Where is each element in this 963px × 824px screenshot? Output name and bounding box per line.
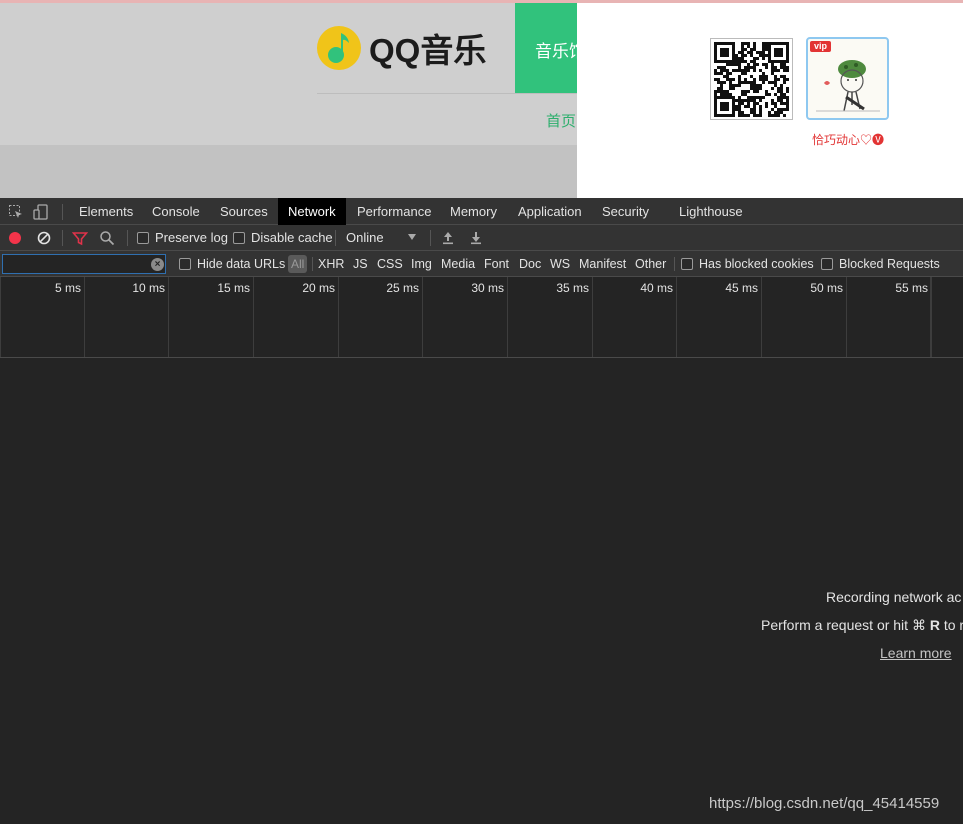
timeline-grid-line — [592, 277, 593, 357]
timeline-grid-line — [931, 277, 932, 357]
has-blocked-cookies-label[interactable]: Has blocked cookies — [699, 251, 814, 277]
chevron-down-icon — [408, 234, 416, 240]
network-overview-timeline[interactable]: 5 ms 10 ms 15 ms 20 ms 25 ms 30 ms 35 ms 40 ms 4… — [0, 277, 963, 358]
timeline-tick-label: 20 ms — [302, 281, 335, 295]
timeline-tick-label: 45 ms — [725, 281, 758, 295]
timeline-tick-label: 35 ms — [556, 281, 589, 295]
timeline-grid-line — [761, 277, 762, 357]
toolbar-separator — [430, 230, 431, 246]
login-popup: vip 恰巧动心♡🅥 — [577, 3, 963, 198]
timeline-tick-label: 55 ms — [895, 281, 928, 295]
tab-separator — [62, 204, 63, 220]
watermark-url: https://blog.csdn.net/qq_45414559 — [709, 795, 940, 812]
type-filter-media[interactable]: Media — [441, 251, 475, 277]
devtools-tab-bar: Elements Console Sources Network Performance… — [0, 198, 963, 225]
network-filter-bar: × Hide data URLs All XHR JS CSS Img Media Fon… — [0, 251, 963, 277]
hide-data-urls-checkbox[interactable] — [179, 258, 191, 270]
reload-hint: Perform a request or hit ⌘ R to r — [761, 617, 963, 634]
inspect-element-icon[interactable] — [8, 204, 24, 220]
timeline-grid-line — [930, 277, 931, 357]
hide-data-urls-label[interactable]: Hide data URLs — [197, 251, 285, 277]
throttling-select[interactable]: Online — [346, 225, 384, 251]
toolbar-separator — [127, 230, 128, 246]
timeline-tick-label: 15 ms — [217, 281, 250, 295]
toolbar-separator — [335, 230, 336, 246]
record-icon[interactable] — [9, 232, 21, 244]
tab-console[interactable]: Console — [142, 198, 210, 225]
type-filter-font[interactable]: Font — [484, 251, 509, 277]
type-filter-js[interactable]: JS — [353, 251, 368, 277]
clear-icon[interactable] — [36, 230, 52, 246]
filter-icon[interactable] — [72, 230, 88, 246]
home-link[interactable]: 首页 — [546, 110, 576, 131]
tab-network[interactable]: Network — [278, 198, 346, 225]
tab-lighthouse[interactable]: Lighthouse — [669, 198, 753, 225]
vip-badge: vip — [810, 41, 832, 52]
timeline-grid-line — [507, 277, 508, 357]
user-avatar[interactable]: vip — [806, 37, 889, 120]
type-filter-other[interactable]: Other — [635, 251, 666, 277]
page-viewport: QQ音乐 音乐馆 首页 vip 恰巧动心♡🅥 — [0, 0, 963, 198]
timeline-grid-line — [168, 277, 169, 357]
reload-hint-prefix: Perform a request or hit ⌘ — [761, 617, 930, 633]
type-filter-xhr[interactable]: XHR — [318, 251, 344, 277]
clear-filter-icon[interactable]: × — [151, 258, 164, 271]
tab-security[interactable]: Security — [592, 198, 659, 225]
import-har-icon[interactable] — [440, 230, 456, 246]
logo-text: QQ音乐 — [369, 32, 487, 69]
tab-performance[interactable]: Performance — [347, 198, 441, 225]
qr-code — [710, 38, 793, 120]
type-filter-img[interactable]: Img — [411, 251, 432, 277]
timeline-grid-line — [253, 277, 254, 357]
filter-input[interactable] — [2, 254, 166, 274]
blocked-requests-checkbox[interactable] — [821, 258, 833, 270]
header-divider — [317, 93, 577, 94]
type-filter-manifest[interactable]: Manifest — [579, 251, 626, 277]
network-toolbar: Preserve log Disable cache Online — [0, 225, 963, 251]
learn-more-link[interactable]: Learn more — [880, 645, 952, 661]
type-filter-css[interactable]: CSS — [377, 251, 403, 277]
tab-elements[interactable]: Elements — [69, 198, 143, 225]
type-filter-all[interactable]: All — [288, 255, 308, 273]
recording-message: Recording network ac — [826, 589, 962, 605]
filter-separator — [674, 257, 675, 271]
timeline-tick-label: 30 ms — [471, 281, 504, 295]
timeline-tick-label: 40 ms — [640, 281, 673, 295]
timeline-grid-line — [338, 277, 339, 357]
timeline-grid-line — [422, 277, 423, 357]
tab-sources[interactable]: Sources — [210, 198, 278, 225]
timeline-grid-line — [846, 277, 847, 357]
filter-separator — [312, 257, 313, 271]
reload-hint-suffix: to r — [939, 617, 963, 633]
type-filter-doc[interactable]: Doc — [519, 251, 541, 277]
qq-music-logo[interactable]: QQ音乐 — [317, 25, 486, 71]
disable-cache-label[interactable]: Disable cache — [251, 225, 333, 251]
blocked-requests-label[interactable]: Blocked Requests — [839, 251, 940, 277]
preserve-log-label[interactable]: Preserve log — [155, 225, 228, 251]
timeline-tick-label: 5 ms — [54, 281, 81, 295]
timeline-tick-label: 25 ms — [386, 281, 419, 295]
timeline-tick-label: 10 ms — [132, 281, 165, 295]
reload-hint-key: R — [929, 617, 940, 633]
devtools-panel: Elements Console Sources Network Performance… — [0, 198, 963, 824]
qq-music-logo-icon — [317, 26, 361, 70]
preserve-log-checkbox[interactable] — [137, 232, 149, 244]
export-har-icon[interactable] — [468, 230, 484, 246]
timeline-grid-line — [676, 277, 677, 357]
timeline-grid-line — [84, 277, 85, 357]
user-nickname[interactable]: 恰巧动心♡🅥 — [812, 131, 884, 148]
device-toolbar-icon[interactable] — [33, 204, 49, 220]
timeline-tick-label: 50 ms — [810, 281, 843, 295]
timeline-grid-line — [0, 277, 1, 357]
type-filter-ws[interactable]: WS — [550, 251, 570, 277]
tab-memory[interactable]: Memory — [440, 198, 507, 225]
tab-application[interactable]: Application — [508, 198, 592, 225]
disable-cache-checkbox[interactable] — [233, 232, 245, 244]
toolbar-separator — [62, 230, 63, 246]
has-blocked-cookies-checkbox[interactable] — [681, 258, 693, 270]
search-icon[interactable] — [99, 230, 115, 246]
